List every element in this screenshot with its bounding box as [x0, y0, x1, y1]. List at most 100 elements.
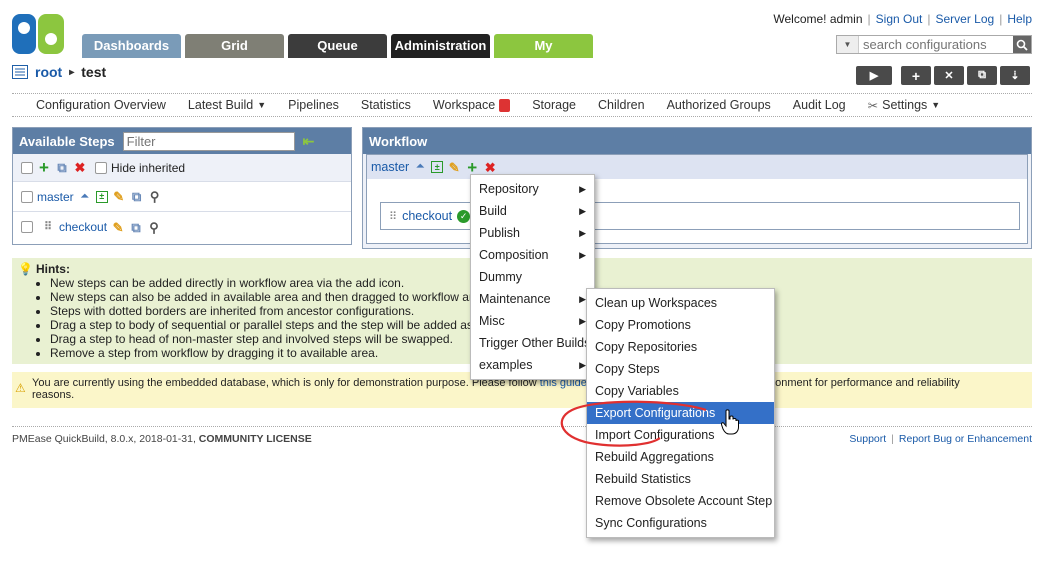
nav-latest-build[interactable]: Latest Build ▼	[177, 98, 277, 112]
user-links: Welcome! admin | Sign Out | Server Log | Help	[773, 12, 1032, 26]
menu-item-examples[interactable]: examples ▶	[471, 354, 594, 376]
magnifier-icon[interactable]: ⚲	[147, 220, 161, 234]
copy-icon[interactable]: ⧉	[130, 190, 144, 204]
step-row-master[interactable]: master ⏶ ± ✎ ⧉ ⚲	[13, 182, 351, 212]
nav-statistics[interactable]: Statistics	[350, 98, 422, 112]
copy-icon[interactable]: ⧉	[55, 161, 69, 175]
breadcrumb-separator: ▸	[69, 66, 75, 78]
nav-label: Authorized Groups	[666, 98, 771, 112]
expand-icon[interactable]: ±	[95, 190, 108, 203]
breadcrumb: root ▸ test	[12, 64, 106, 80]
submenu-item-copy-promotions[interactable]: Copy Promotions	[587, 314, 774, 336]
nav-configuration-overview[interactable]: Configuration Overview	[12, 98, 177, 112]
tab-administration[interactable]: Administration	[391, 34, 490, 58]
hand-cursor-icon	[721, 409, 739, 435]
menu-item-maintenance[interactable]: Maintenance ▶	[471, 288, 594, 310]
nav-pipelines[interactable]: Pipelines	[277, 98, 350, 112]
server-log-link[interactable]: Server Log	[935, 12, 994, 26]
master-step-box: master ⏶ ± ✎ + ✖ ⠿ checkout ✓	[366, 154, 1028, 244]
run-button[interactable]: ▶	[856, 66, 892, 85]
delete-icon[interactable]: ✖	[483, 160, 497, 174]
menu-label: Publish	[479, 226, 520, 240]
nav-children[interactable]: Children	[587, 98, 656, 112]
select-all-checkbox[interactable]	[21, 161, 33, 174]
menu-item-dummy[interactable]: Dummy	[471, 266, 594, 288]
support-link[interactable]: Support	[849, 433, 886, 445]
collapse-icon[interactable]: ⇤	[303, 133, 315, 150]
workflow-master-link[interactable]: master	[371, 160, 409, 174]
copy-button[interactable]: ⧉	[967, 66, 997, 85]
search-box: ▼	[836, 35, 1032, 54]
menu-item-publish[interactable]: Publish ▶	[471, 222, 594, 244]
nav-storage[interactable]: Storage	[521, 98, 587, 112]
sort-button[interactable]: ⇣	[1000, 66, 1030, 85]
submenu-arrow-icon: ▶	[579, 316, 586, 326]
success-check-icon: ✓	[457, 209, 471, 223]
nav-audit-log[interactable]: Audit Log	[782, 98, 857, 112]
delete-icon[interactable]: ✖	[73, 161, 87, 175]
menu-label: Misc	[479, 314, 505, 328]
copy-icon: ⧉	[978, 69, 986, 81]
search-input[interactable]	[859, 36, 1013, 53]
menu-item-build[interactable]: Build ▶	[471, 200, 594, 222]
workflow-checkout-link[interactable]: checkout	[402, 209, 452, 223]
master-step-header: master ⏶ ± ✎ + ✖	[367, 155, 1027, 179]
main-tabs: Dashboards Grid Queue Administration My	[82, 34, 593, 58]
edit-icon[interactable]: ✎	[112, 190, 126, 204]
delete-button[interactable]: ✕	[934, 66, 964, 85]
add-button[interactable]: +	[901, 66, 931, 85]
quickbuild-logo[interactable]	[12, 14, 68, 54]
expand-icon[interactable]: ±	[431, 161, 444, 173]
add-icon[interactable]: +	[465, 159, 479, 176]
nav-label: Pipelines	[288, 98, 339, 112]
step-link-master[interactable]: master	[37, 190, 74, 204]
tab-dashboards[interactable]: Dashboards	[82, 34, 181, 58]
welcome-text: Welcome! admin	[773, 12, 863, 26]
tab-queue[interactable]: Queue	[288, 34, 387, 58]
sequential-icon: ⏶	[416, 161, 425, 172]
menu-label: Maintenance	[479, 292, 551, 306]
menu-item-composition[interactable]: Composition ▶	[471, 244, 594, 266]
search-button[interactable]	[1013, 36, 1031, 53]
copy-icon[interactable]: ⧉	[129, 220, 143, 234]
submenu-item-rebuild-statistics[interactable]: Rebuild Statistics	[587, 468, 774, 490]
nav-workspace[interactable]: Workspace	[422, 98, 521, 112]
nav-label: Workspace	[432, 98, 496, 112]
menu-label: Composition	[479, 248, 549, 262]
nav-label: Statistics	[360, 98, 411, 112]
edit-icon[interactable]: ✎	[447, 160, 461, 174]
hide-inherited-checkbox[interactable]	[95, 161, 107, 174]
menu-item-misc[interactable]: Misc ▶	[471, 310, 594, 332]
menu-item-repository[interactable]: Repository ▶	[471, 178, 594, 200]
magnifier-icon[interactable]: ⚲	[148, 190, 162, 204]
submenu-item-copy-steps[interactable]: Copy Steps	[587, 358, 774, 380]
step-link-checkout[interactable]: checkout	[59, 220, 107, 234]
add-icon[interactable]: +	[37, 159, 51, 176]
sign-out-link[interactable]: Sign Out	[876, 12, 923, 26]
plus-icon: +	[911, 67, 921, 84]
filter-input[interactable]	[122, 131, 295, 151]
menu-item-trigger-other-builds[interactable]: Trigger Other Builds	[471, 332, 594, 354]
edit-icon[interactable]: ✎	[111, 220, 125, 234]
submenu-item-clean-up-workspaces[interactable]: Clean up Workspaces	[587, 292, 774, 314]
submenu-item-remove-obsolete-account-step[interactable]: Remove Obsolete Account Step	[587, 490, 774, 512]
workflow-header: Workflow	[363, 128, 1031, 154]
submenu-arrow-icon: ▶	[579, 360, 586, 370]
tab-my[interactable]: My	[494, 34, 593, 58]
hints-title: Hints:	[35, 262, 70, 276]
search-scope-dropdown[interactable]: ▼	[837, 36, 859, 53]
nav-settings[interactable]: ✂ Settings ▼	[857, 98, 952, 113]
tab-grid[interactable]: Grid	[185, 34, 284, 58]
breadcrumb-root[interactable]: root	[35, 64, 62, 80]
step-row-checkout[interactable]: ⠿ checkout ✎ ⧉ ⚲	[13, 212, 351, 242]
step-checkbox[interactable]	[21, 221, 33, 233]
nav-authorized-groups[interactable]: Authorized Groups	[656, 98, 782, 112]
step-checkbox[interactable]	[21, 190, 33, 203]
warning-text-end: reasons.	[32, 389, 75, 401]
submenu-item-copy-repositories[interactable]: Copy Repositories	[587, 336, 774, 358]
report-bug-link[interactable]: Report Bug or Enhancement	[899, 433, 1032, 445]
submenu-item-sync-configurations[interactable]: Sync Configurations	[587, 512, 774, 534]
nav-label: Audit Log	[792, 98, 846, 112]
footer: PMEase QuickBuild, 8.0.x, 2018-01-31, CO…	[12, 426, 1032, 445]
help-link[interactable]: Help	[1007, 12, 1032, 26]
